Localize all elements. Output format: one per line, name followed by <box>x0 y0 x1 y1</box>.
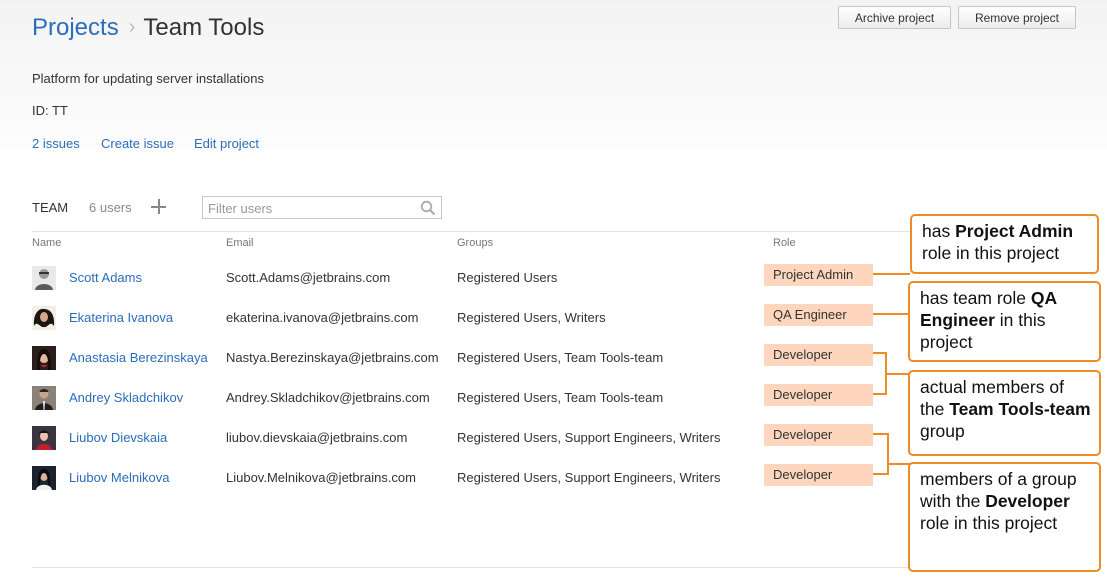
callout-team-group: actual members of the Team Tools-team gr… <box>908 370 1101 456</box>
callout-project-admin: has Project Admin role in this project <box>910 214 1099 274</box>
connector-developer-group <box>873 433 910 475</box>
callout-bold-text: Team Tools-team <box>949 399 1091 419</box>
callout-text: has team role <box>920 288 1031 308</box>
callout-qa-engineer: has team role QA Engineer in this projec… <box>908 281 1101 362</box>
connector-team-group <box>873 352 910 395</box>
callout-bold-text: Project Admin <box>955 221 1074 241</box>
callout-text: has <box>922 221 956 241</box>
callout-text: role in this project <box>922 243 1060 263</box>
callout-text: group <box>920 421 965 441</box>
callout-bold-text: Developer <box>985 491 1070 511</box>
callout-text: role in this project <box>920 513 1058 533</box>
callout-developer-group: members of a group with the Developer ro… <box>908 462 1101 572</box>
